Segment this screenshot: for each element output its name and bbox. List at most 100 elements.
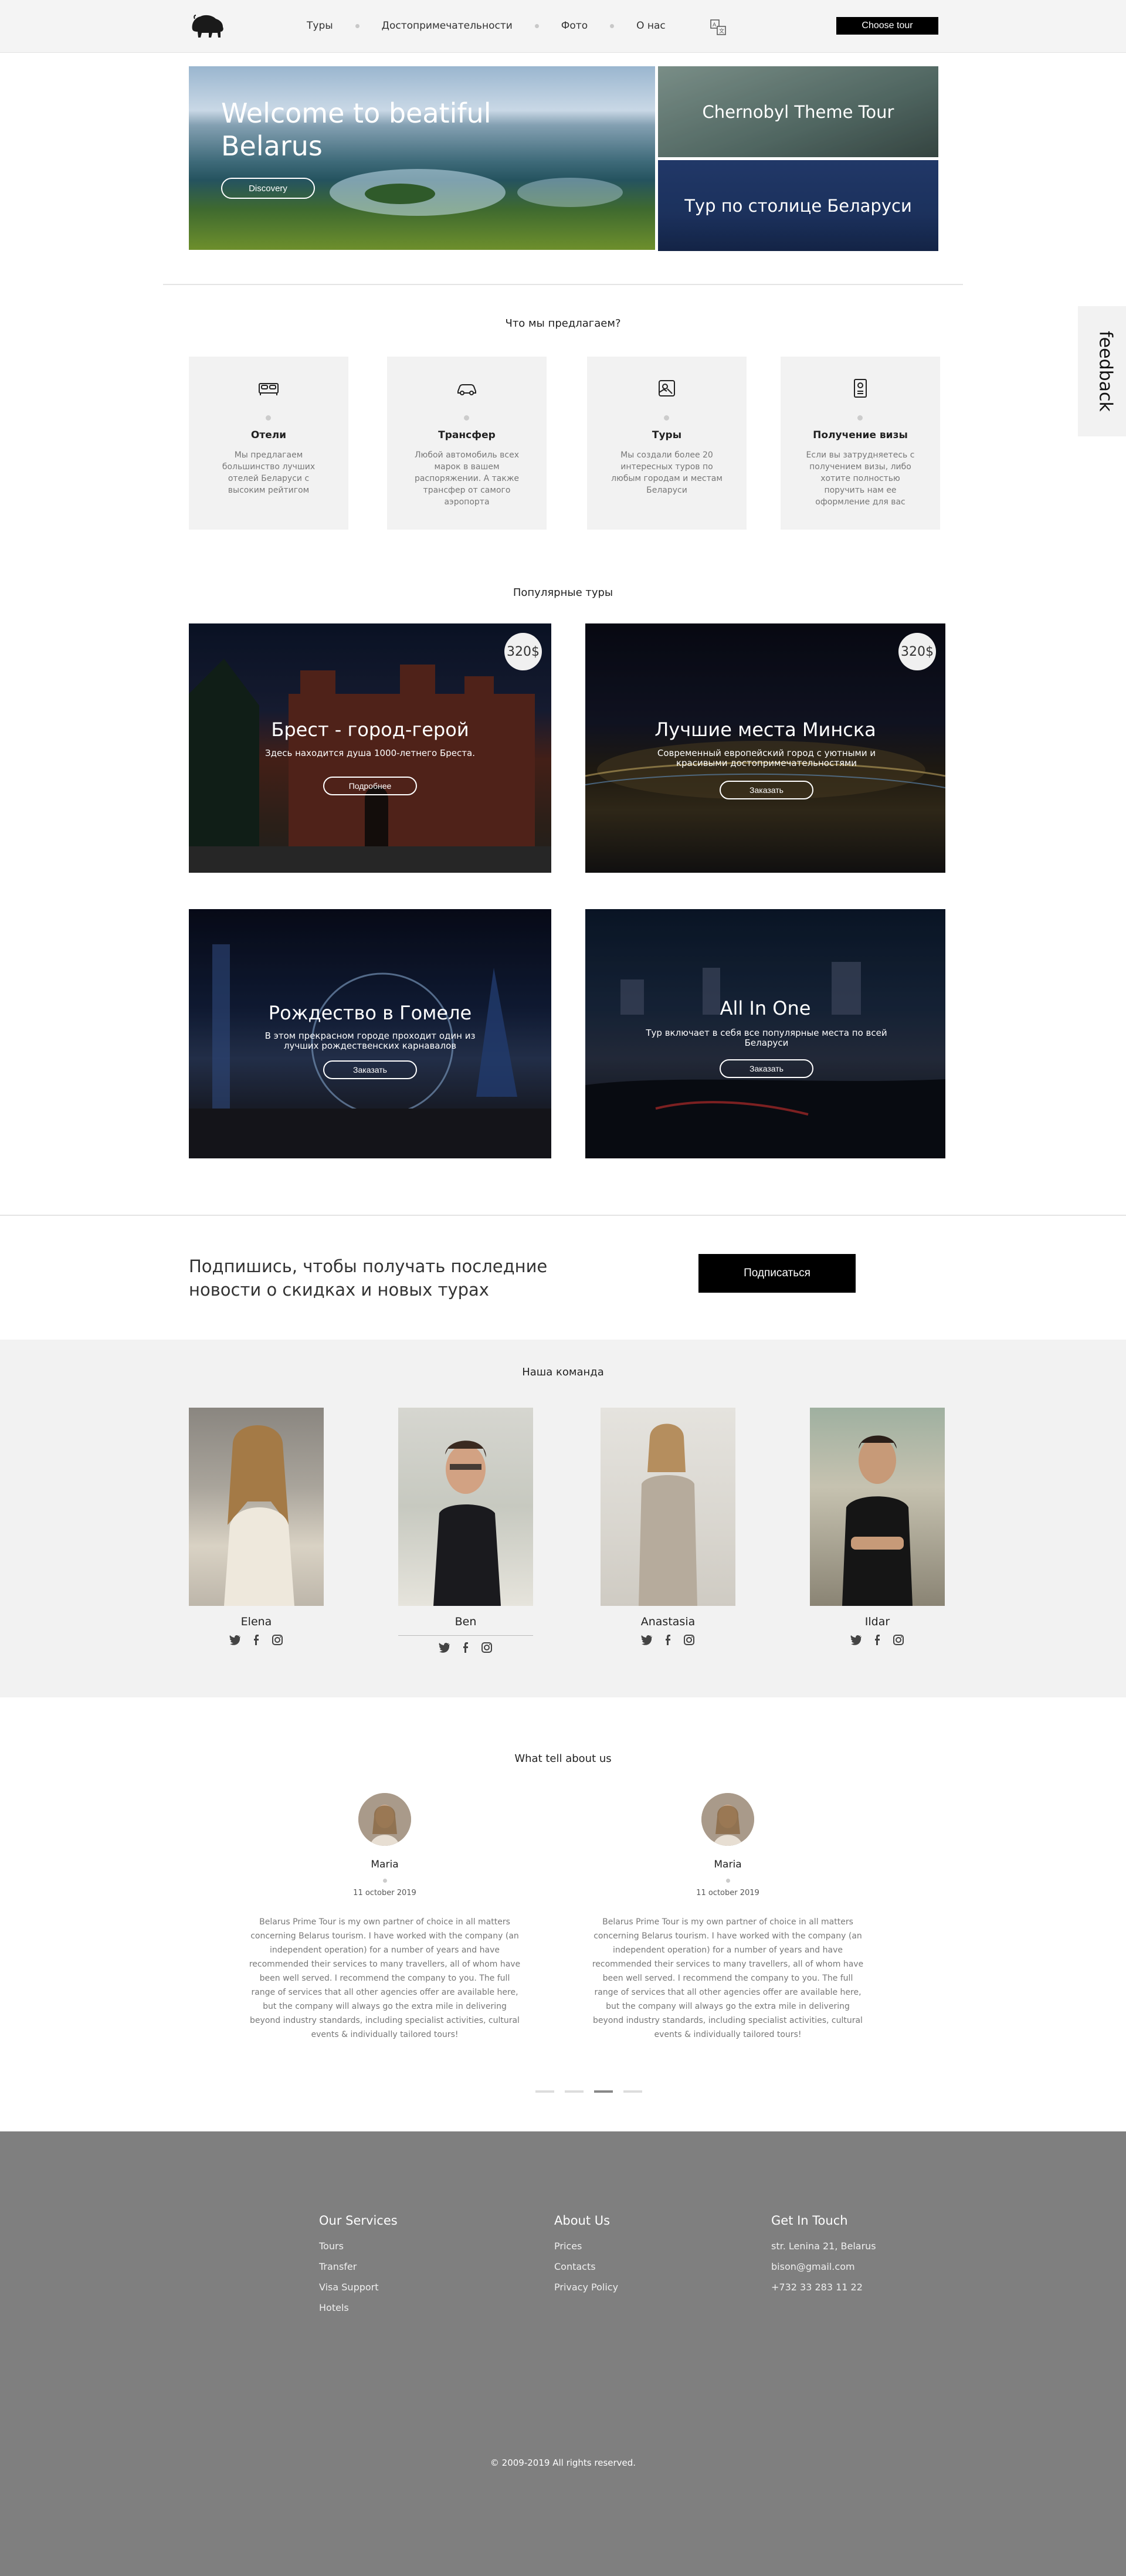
member-silhouette (224, 1425, 294, 1606)
team-member-anastasia: Anastasia (601, 1408, 735, 1646)
tour-details-button[interactable]: Подробнее (323, 777, 417, 795)
review-card: Maria 11 october 2019 Belarus Prime Tour… (590, 1793, 866, 2042)
footer-services: Our Services Tours Transfer Visa Support… (319, 2214, 398, 2323)
footer-link-transfer[interactable]: Transfer (319, 2261, 398, 2272)
member-name: Anastasia (640, 1615, 696, 1628)
slider-dot[interactable] (565, 2090, 584, 2093)
main-nav: Туры Достопримечательности Фото О нас (307, 20, 666, 32)
reviewer-name: Maria (714, 1859, 742, 1870)
review-text: Belarus Prime Tour is my own partner of … (592, 1917, 864, 2039)
footer-phone[interactable]: +732 33 283 11 22 (771, 2282, 876, 2293)
offer-card-hotels: Отели Мы предлагаем большинство лучших о… (189, 357, 348, 530)
tour-title: All In One (720, 997, 811, 1019)
member-name: Ben (455, 1615, 477, 1628)
car-icon (457, 384, 476, 395)
tour-text: Тур включает в себя все популярные места… (646, 1028, 887, 1048)
instagram-icon[interactable] (272, 1634, 283, 1646)
facebook-icon[interactable] (662, 1634, 674, 1646)
chernobyl-tour-banner[interactable]: Chernobyl Theme Tour (658, 66, 938, 157)
hero-lake-shape (517, 178, 623, 207)
nav-photo[interactable]: Фото (561, 20, 588, 32)
slider-dot[interactable] (535, 2090, 554, 2093)
offer-card-visa: Получение визы Если вы затрудняетесь с п… (781, 357, 940, 530)
footer-contact-title: Get In Touch (771, 2214, 848, 2228)
capital-tour-banner[interactable]: Тур по столице Беларуси (658, 160, 938, 251)
feedback-label: feedback (1095, 331, 1116, 412)
team-section (0, 1340, 1126, 1697)
tour-order-button[interactable]: Заказать (323, 1060, 417, 1079)
tour-text: В этом прекрасном городе проходит один и… (264, 1031, 476, 1051)
nav-separator (355, 23, 359, 28)
member-socials (601, 1634, 735, 1646)
popular-tours-title: Популярные туры (513, 587, 613, 599)
footer-link-privacy[interactable]: Privacy Policy (554, 2282, 618, 2293)
review-date: 11 october 2019 (353, 1889, 416, 1897)
review-dot (382, 1879, 387, 1883)
nav-tours[interactable]: Туры (307, 20, 333, 32)
twitter-icon[interactable] (229, 1634, 241, 1646)
bison-logo-icon[interactable] (189, 12, 226, 40)
discovery-button[interactable]: Discovery (221, 178, 315, 199)
section-divider (163, 284, 963, 285)
footer-link-prices[interactable]: Prices (554, 2241, 618, 2252)
twitter-icon[interactable] (850, 1634, 862, 1646)
reviewer-name: Maria (371, 1859, 399, 1870)
language-switch-icon[interactable]: A 文 (710, 19, 727, 36)
capital-tour-title: Тур по столице Беларуси (684, 195, 912, 216)
offer-dot (266, 415, 271, 421)
svg-text:文: 文 (719, 28, 724, 35)
twitter-icon[interactable] (439, 1642, 450, 1653)
chernobyl-tour-title: Chernobyl Theme Tour (702, 101, 894, 122)
subscribe-button[interactable]: Подписаться (698, 1254, 856, 1293)
instagram-icon[interactable] (683, 1634, 695, 1646)
instagram-icon[interactable] (893, 1634, 904, 1646)
footer-link-visa[interactable]: Visa Support (319, 2282, 398, 2293)
choose-tour-button[interactable]: Choose tour (836, 17, 938, 35)
nav-about[interactable]: О нас (636, 20, 666, 32)
facebook-icon[interactable] (871, 1634, 883, 1646)
tour-title: Брест - город-герой (271, 718, 469, 741)
copyright: © 2009-2019 All rights reserved. (490, 2458, 636, 2468)
member-name: Ildar (864, 1615, 890, 1628)
twitter-icon[interactable] (641, 1634, 653, 1646)
footer-link-tours[interactable]: Tours (319, 2241, 398, 2252)
footer-contact: Get In Touch str. Lenina 21, Belarus bis… (771, 2214, 876, 2302)
team-member-ildar: Ildar (810, 1408, 945, 1646)
tour-card-brest[interactable]: 320$ Брест - город-герой Здесь находится… (189, 623, 551, 873)
tour-card-gomel[interactable]: Рождество в Гомеле В этом прекрасном гор… (189, 909, 551, 1158)
member-socials (189, 1634, 324, 1646)
offer-card-transfer: Трансфер Любой автомобиль всех марок в в… (387, 357, 547, 530)
member-photo (189, 1408, 324, 1606)
tour-title: Лучшие места Минска (654, 718, 876, 741)
team-member-elena: Elena (189, 1408, 324, 1646)
instagram-icon[interactable] (481, 1642, 493, 1653)
offer-text: Мы предлагаем большинство лучших отелей … (222, 450, 316, 495)
reviewer-avatar (701, 1793, 754, 1846)
facebook-icon[interactable] (460, 1642, 472, 1653)
reviews-slider-dots (535, 2090, 642, 2093)
footer-about-title: About Us (554, 2214, 611, 2228)
offer-dot (664, 415, 669, 421)
svg-text:A: A (713, 22, 717, 28)
member-name: Elena (240, 1615, 272, 1628)
tour-card-all-in-one[interactable]: All In One Тур включает в себя все попул… (585, 909, 945, 1158)
footer-link-hotels[interactable]: Hotels (319, 2302, 398, 2313)
member-photo (601, 1408, 735, 1606)
slider-dot[interactable] (623, 2090, 642, 2093)
slider-dot-active[interactable] (594, 2090, 613, 2093)
footer-link-contacts[interactable]: Contacts (554, 2261, 618, 2272)
footer-email[interactable]: bison@gmail.com (771, 2261, 876, 2272)
offer-dot (857, 415, 863, 421)
bed-icon (259, 383, 279, 395)
member-silhouette (433, 1440, 501, 1606)
tour-card-minsk[interactable]: 320$ Лучшие места Минска Современный евр… (585, 623, 945, 873)
tour-order-button[interactable]: Заказать (720, 781, 813, 799)
offer-title: Трансфер (438, 429, 496, 441)
offer-text: Если вы затрудняетесь с получением визы,… (806, 450, 915, 507)
passport-icon (854, 379, 867, 398)
facebook-icon[interactable] (250, 1634, 262, 1646)
review-card: Maria 11 october 2019 Belarus Prime Tour… (247, 1793, 523, 2042)
feedback-tab[interactable]: feedback (1078, 306, 1126, 436)
nav-sights[interactable]: Достопримечательности (382, 20, 513, 32)
tour-order-button[interactable]: Заказать (720, 1059, 813, 1078)
